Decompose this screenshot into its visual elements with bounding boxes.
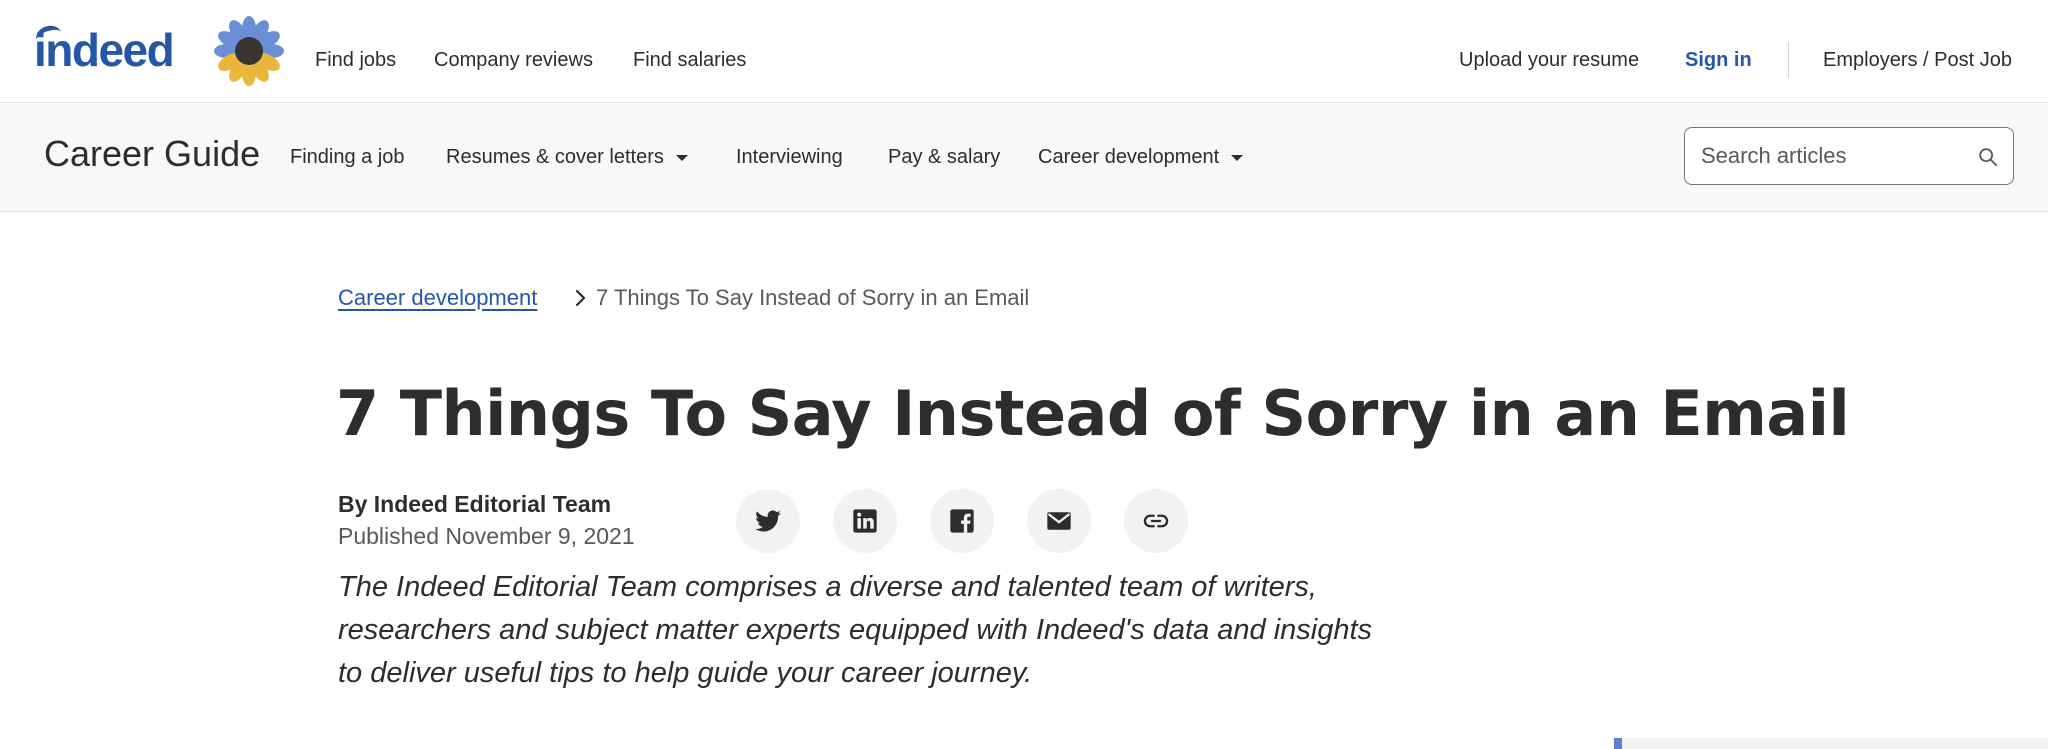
share-email-button[interactable] xyxy=(1027,489,1091,553)
facebook-icon xyxy=(950,509,974,533)
linkedin-icon xyxy=(853,509,877,533)
career-guide-subnav: Career Guide Finding a job Resumes & cov… xyxy=(0,104,2048,212)
author-name: By Indeed Editorial Team xyxy=(338,491,612,517)
search-articles-box[interactable] xyxy=(1684,127,2014,185)
career-guide-title[interactable]: Career Guide xyxy=(44,132,260,176)
subnav-career-development[interactable]: Career development xyxy=(1038,144,1244,170)
nav-company-reviews[interactable]: Company reviews xyxy=(434,47,593,73)
email-icon xyxy=(1047,512,1071,530)
search-articles-input[interactable] xyxy=(1701,140,1961,172)
subnav-pay-salary[interactable]: Pay & salary xyxy=(888,144,1000,170)
share-twitter-button[interactable] xyxy=(736,489,800,553)
breadcrumb-career-development[interactable]: Career development xyxy=(338,285,537,310)
share-facebook-button[interactable] xyxy=(930,489,994,553)
breadcrumb: Career development 7 Things To Say Inste… xyxy=(338,283,1029,313)
article-title: 7 Things To Say Instead of Sorry in an E… xyxy=(336,377,1850,450)
subnav-finding-a-job[interactable]: Finding a job xyxy=(290,144,405,170)
subnav-resumes-cover-letters[interactable]: Resumes & cover letters xyxy=(446,144,688,170)
share-copy-link-button[interactable] xyxy=(1124,489,1188,553)
nav-find-salaries[interactable]: Find salaries xyxy=(633,47,746,73)
subnav-interviewing[interactable]: Interviewing xyxy=(736,144,843,170)
search-icon[interactable] xyxy=(1977,146,1999,168)
published-date: Published November 9, 2021 xyxy=(338,523,635,549)
sidebar-panel-edge xyxy=(1614,738,2048,749)
sidebar-accent-bar xyxy=(1614,738,1622,749)
upload-resume-link[interactable]: Upload your resume xyxy=(1459,47,1639,73)
sunflower-icon xyxy=(214,16,284,86)
nav-find-jobs[interactable]: Find jobs xyxy=(315,47,396,73)
breadcrumb-current: 7 Things To Say Instead of Sorry in an E… xyxy=(596,285,1030,310)
employers-post-job-link[interactable]: Employers / Post Job xyxy=(1823,47,2012,73)
twitter-icon xyxy=(755,510,781,532)
editorial-team-bio: The Indeed Editorial Team comprises a di… xyxy=(338,571,1373,689)
chevron-right-icon xyxy=(575,289,586,307)
top-header: indeed Find jobs Company reviews Find sa… xyxy=(0,0,2048,103)
link-icon xyxy=(1143,514,1169,528)
byline: By Indeed Editorial Team Published Novem… xyxy=(338,488,635,552)
header-divider xyxy=(1788,42,1789,78)
sign-in-link[interactable]: Sign in xyxy=(1685,47,1752,73)
subnav-career-dev-label: Career development xyxy=(1038,146,1220,168)
subnav-resumes-label: Resumes & cover letters xyxy=(446,146,664,168)
caret-down-icon xyxy=(675,154,688,161)
share-linkedin-button[interactable] xyxy=(833,489,897,553)
caret-down-icon xyxy=(1231,154,1244,161)
